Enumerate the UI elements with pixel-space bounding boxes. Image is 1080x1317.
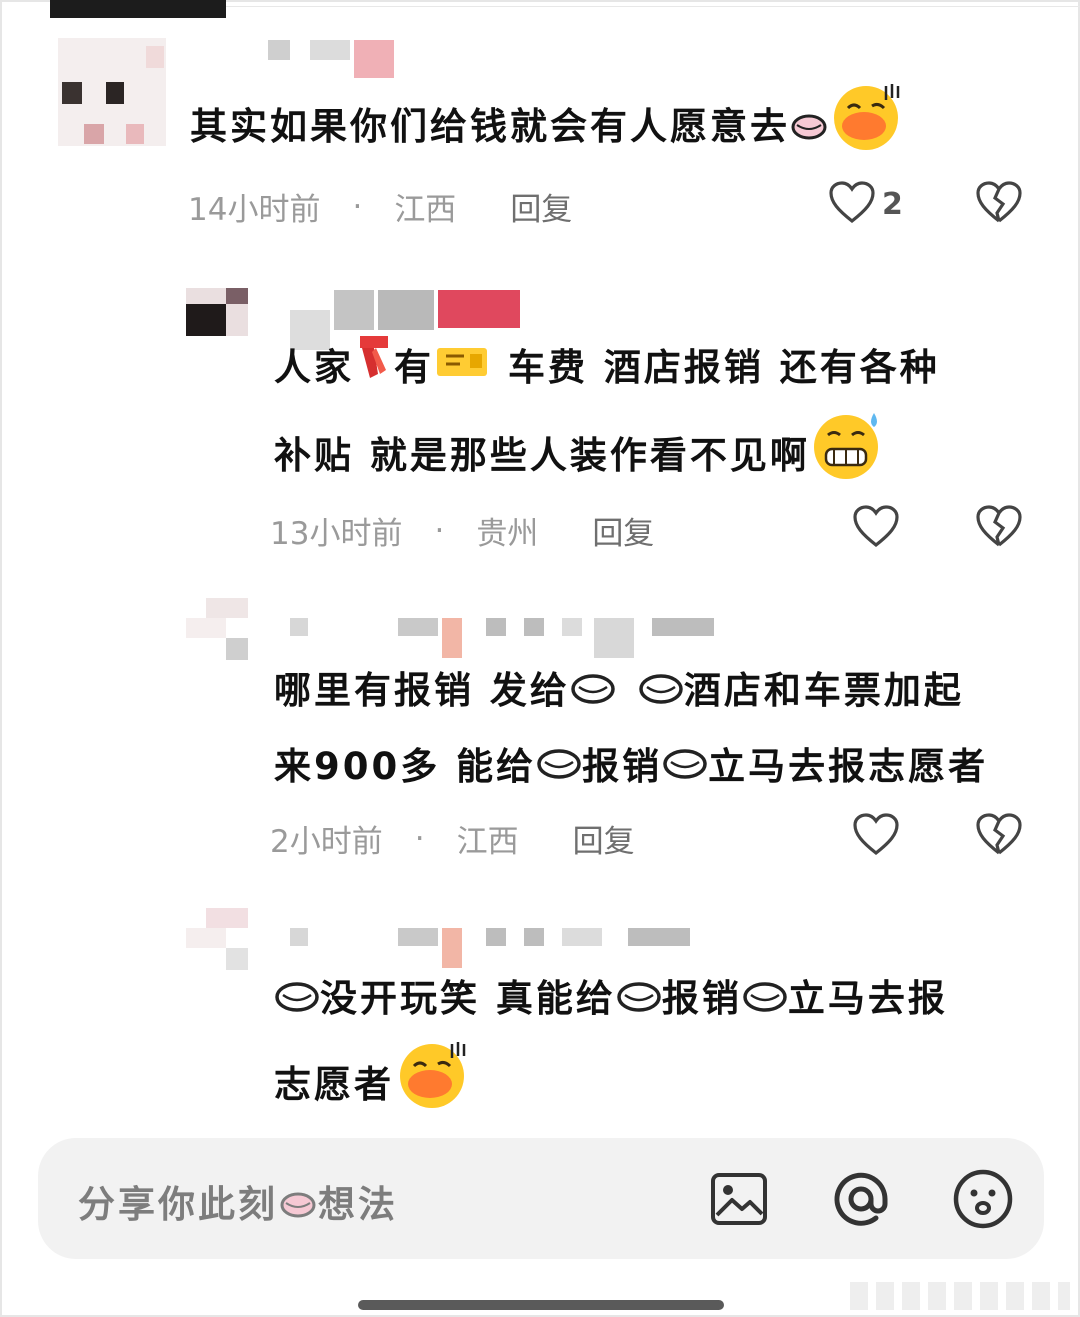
avatar[interactable] (186, 908, 248, 970)
watermark (850, 1282, 1070, 1310)
emoji-icon[interactable] (952, 1168, 1014, 1230)
comment-text: 没开玩笑 真能给 报销 立马去报 志愿者 (274, 962, 948, 1135)
duck-laugh-emoji-icon (394, 1038, 470, 1135)
comment-input-placeholder[interactable]: 分享你此刻 想法 (78, 1174, 398, 1228)
home-indicator[interactable] (358, 1300, 724, 1310)
comment-input-bar[interactable]: 分享你此刻 想法 (38, 1138, 1044, 1259)
mouth-sticker-icon (274, 964, 320, 1038)
mouth-sticker-icon (278, 1185, 318, 1228)
at-icon[interactable] (830, 1168, 892, 1230)
comment-4: 没开玩笑 真能给 报销 立马去报 志愿者 (0, 0, 1080, 1120)
mouth-sticker-icon (616, 964, 662, 1038)
image-icon[interactable] (708, 1168, 770, 1230)
mouth-sticker-icon (742, 964, 788, 1038)
